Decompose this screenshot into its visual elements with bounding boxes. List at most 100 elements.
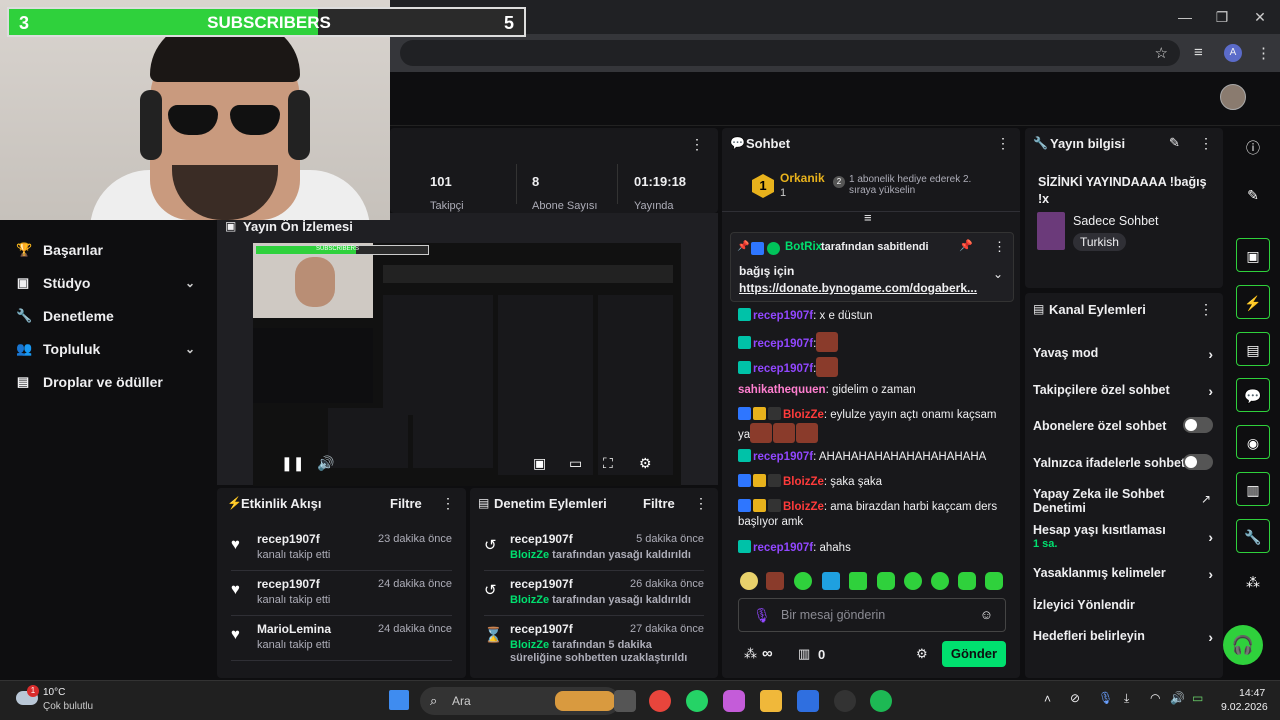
close-window-button[interactable]: ✕ (1245, 6, 1275, 28)
actions-menu-icon[interactable]: ⋮ (1199, 301, 1213, 318)
chat-user[interactable]: recep1907f (753, 310, 813, 322)
microphone-icon[interactable]: 🎙 (1098, 691, 1113, 705)
emote-only-toggle[interactable] (1183, 454, 1213, 470)
user-avatar[interactable] (1220, 84, 1246, 110)
emote-icon[interactable] (904, 572, 922, 590)
store-icon[interactable] (797, 690, 819, 712)
chat-message[interactable]: recep1907f: ahahs (738, 540, 1010, 556)
edit-icon[interactable]: ✎ (1236, 178, 1270, 212)
broadcast-icon[interactable]: ◉ (1236, 425, 1270, 459)
action-account-age[interactable]: Hesap yaşı kısıtlaması › (1033, 523, 1213, 545)
clip-icon[interactable]: ▣ (533, 455, 546, 472)
activity-filter-button[interactable]: Filtre (390, 496, 422, 511)
info-icon[interactable]: ⓘ (1236, 131, 1270, 165)
chat-user[interactable]: BloizZe (783, 476, 824, 488)
pinned-message[interactable]: 📌 BotRix tarafından sabitlendi 📌 ⋮ bağış… (730, 232, 1014, 302)
chevron-down-icon[interactable]: ⌄ (993, 267, 1003, 281)
category-name[interactable]: Sadece Sohbet (1073, 214, 1159, 228)
unpin-icon[interactable]: 📌 (959, 239, 973, 252)
external-link-icon[interactable]: ↗ (1201, 492, 1211, 506)
modactions-filter-button[interactable]: Filtre (643, 496, 675, 511)
pause-icon[interactable]: ❚❚ (281, 455, 304, 472)
action-banned-words[interactable]: Yasaklanmış kelimeler › (1033, 566, 1213, 582)
chat-user[interactable]: BloizZe (783, 409, 824, 421)
chevron-down-icon[interactable]: ⌄ (185, 276, 195, 290)
emote-icon[interactable] (877, 572, 895, 590)
battery-icon[interactable]: ▭ (1192, 691, 1203, 705)
action-followers-only[interactable]: Takipçilere özel sohbet › (1033, 383, 1213, 399)
chat-user[interactable]: BloizZe (783, 501, 824, 513)
theater-icon[interactable]: ▭ (569, 455, 582, 472)
chat-menu-icon[interactable]: ⋮ (996, 135, 1010, 152)
chat-user[interactable]: recep1907f (753, 542, 813, 554)
preview-icon[interactable]: ▣ (1236, 238, 1270, 272)
add-panel-icon[interactable]: ⁂ (1236, 565, 1270, 599)
bookmark-star-icon[interactable]: ☆ (1155, 44, 1168, 62)
pinned-link[interactable]: https://donate.bynogame.com/dogaberk... (739, 281, 977, 295)
file-explorer-icon[interactable] (760, 690, 782, 712)
nav-item-drops[interactable]: ▤ Droplar ve ödüller (0, 365, 215, 398)
stats-menu-icon[interactable]: ⋮ (690, 136, 704, 153)
network-off-icon[interactable]: ⊘ (1070, 691, 1080, 705)
emote-icon[interactable] (931, 572, 949, 590)
headset-help-icon[interactable]: 🎧 (1223, 625, 1263, 665)
taskbar-search[interactable]: ⌕ Ara (420, 687, 620, 715)
activity-item[interactable]: ♥ MarioLemina kanalı takip etti 24 dakik… (217, 616, 466, 660)
chat-user[interactable]: recep1907f (753, 338, 813, 350)
chat-message[interactable]: recep1907f: x e düstun (738, 308, 1010, 324)
channel-actions-icon[interactable]: ▥ (1236, 472, 1270, 506)
whatsapp-icon[interactable] (686, 690, 708, 712)
modactions-menu-icon[interactable]: ⋮ (694, 495, 708, 512)
category-thumbnail[interactable] (1037, 212, 1065, 250)
browser-menu-icon[interactable]: ⋮ (1256, 44, 1271, 62)
chrome-icon[interactable] (649, 690, 671, 712)
media-control-icon[interactable]: ≡ (1194, 44, 1203, 61)
action-subscribers-only[interactable]: Abonelere özel sohbet (1033, 417, 1213, 433)
stream-tag[interactable]: Turkish (1073, 233, 1126, 251)
pinned-menu-icon[interactable]: ⋮ (993, 239, 1006, 255)
nav-item-studio[interactable]: ▣ Stüdyo ⌄ (0, 266, 215, 299)
profile-avatar-icon[interactable]: A (1224, 44, 1242, 62)
lightning-icon[interactable]: ⚡ (1236, 285, 1270, 319)
chat-message[interactable]: recep1907f: (738, 332, 1010, 352)
info-menu-icon[interactable]: ⋮ (1199, 135, 1213, 152)
wifi-icon[interactable]: ◠ (1150, 691, 1160, 705)
activity-menu-icon[interactable]: ⋮ (441, 495, 455, 512)
send-button[interactable]: Gönder (942, 641, 1006, 667)
chat-settings-icon[interactable]: ⚙ (916, 646, 928, 662)
action-slow-mode[interactable]: Yavaş mod › (1033, 346, 1213, 362)
modaction-item[interactable]: ⌛ recep1907f BloizZe tarafından 5 dakika… (470, 616, 718, 666)
chevron-up-icon[interactable]: ˄ (1044, 692, 1051, 706)
emoji-icon[interactable]: ☺ (980, 607, 993, 622)
chat-message[interactable]: BloizZe: şaka şaka (738, 474, 1010, 490)
action-raid[interactable]: İzleyici Yönlendir (1033, 598, 1213, 612)
windows-start-icon[interactable] (389, 690, 409, 710)
chat-message[interactable]: BloizZe: ama birazdan harbi kaçcam ders … (738, 499, 1010, 530)
volume-icon[interactable]: 🔊 (1170, 691, 1185, 705)
activity-item[interactable]: ♥ recep1907f kanalı takip etti 24 dakika… (217, 571, 466, 615)
volume-icon[interactable]: 🔊 (317, 455, 334, 472)
modaction-item[interactable]: ↺ recep1907f BloizZe tarafından yasağı k… (470, 571, 718, 615)
emote-icon[interactable] (794, 572, 812, 590)
chat-user[interactable]: sahikathequuen (738, 384, 826, 396)
chat-message[interactable]: recep1907f: (738, 357, 1010, 377)
action-set-goals[interactable]: Hedefleri belirleyin › (1033, 629, 1213, 645)
maximize-button[interactable]: ❐ (1207, 6, 1237, 28)
channel-points-icon[interactable]: ⁂ (744, 646, 757, 662)
task-view-icon[interactable] (614, 690, 636, 712)
wrench-icon[interactable]: 🔧 (1236, 519, 1270, 553)
collapse-icon[interactable]: ≡ (864, 210, 872, 225)
copilot-icon[interactable] (723, 690, 745, 712)
edit-icon[interactable]: ✎ (1169, 135, 1180, 151)
nav-item-community[interactable]: 👥 Topluluk ⌄ (0, 332, 215, 365)
chat-user[interactable]: recep1907f (753, 363, 813, 375)
emote-icon[interactable] (958, 572, 976, 590)
document-icon[interactable]: ▤ (1236, 332, 1270, 366)
obs-icon[interactable] (834, 690, 856, 712)
chat-user[interactable]: recep1907f (753, 451, 813, 463)
nav-item-achievements[interactable]: 🏆 Başarılar (0, 233, 215, 266)
address-bar[interactable]: ☆ (400, 40, 1180, 66)
emote-icon[interactable] (985, 572, 1003, 590)
emote-icon[interactable] (849, 572, 867, 590)
gift-box-icon[interactable]: ▥ (798, 646, 810, 662)
